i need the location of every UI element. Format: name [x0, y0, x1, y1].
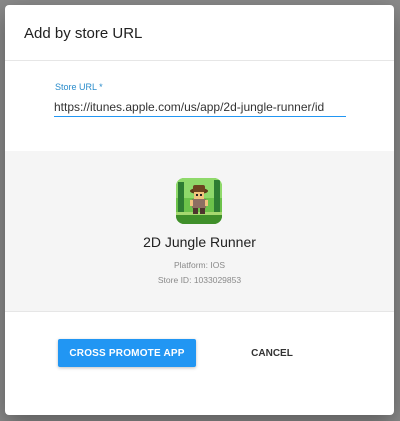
header-divider	[5, 60, 394, 61]
app-name: 2D Jungle Runner	[143, 234, 256, 250]
platform-label: Platform:	[173, 260, 208, 270]
store-url-input[interactable]	[54, 98, 346, 117]
app-icon	[176, 178, 222, 224]
app-platform: Platform: IOS	[5, 260, 394, 270]
add-by-store-url-dialog: Add by store URL Store URL * 2D Jungle R…	[5, 5, 394, 415]
cancel-button[interactable]: CANCEL	[237, 339, 307, 367]
store-id-value: 1033029853	[193, 275, 242, 285]
app-preview-panel	[5, 151, 394, 311]
store-id-label: Store ID:	[157, 275, 192, 285]
footer-divider	[5, 311, 394, 312]
app-store-id: Store ID: 1033029853	[5, 275, 394, 285]
cross-promote-app-button[interactable]: CROSS PROMOTE APP	[58, 339, 196, 367]
platform-value: IOS	[210, 260, 226, 270]
store-url-label: Store URL *	[55, 82, 103, 92]
dialog-title: Add by store URL	[24, 25, 143, 42]
